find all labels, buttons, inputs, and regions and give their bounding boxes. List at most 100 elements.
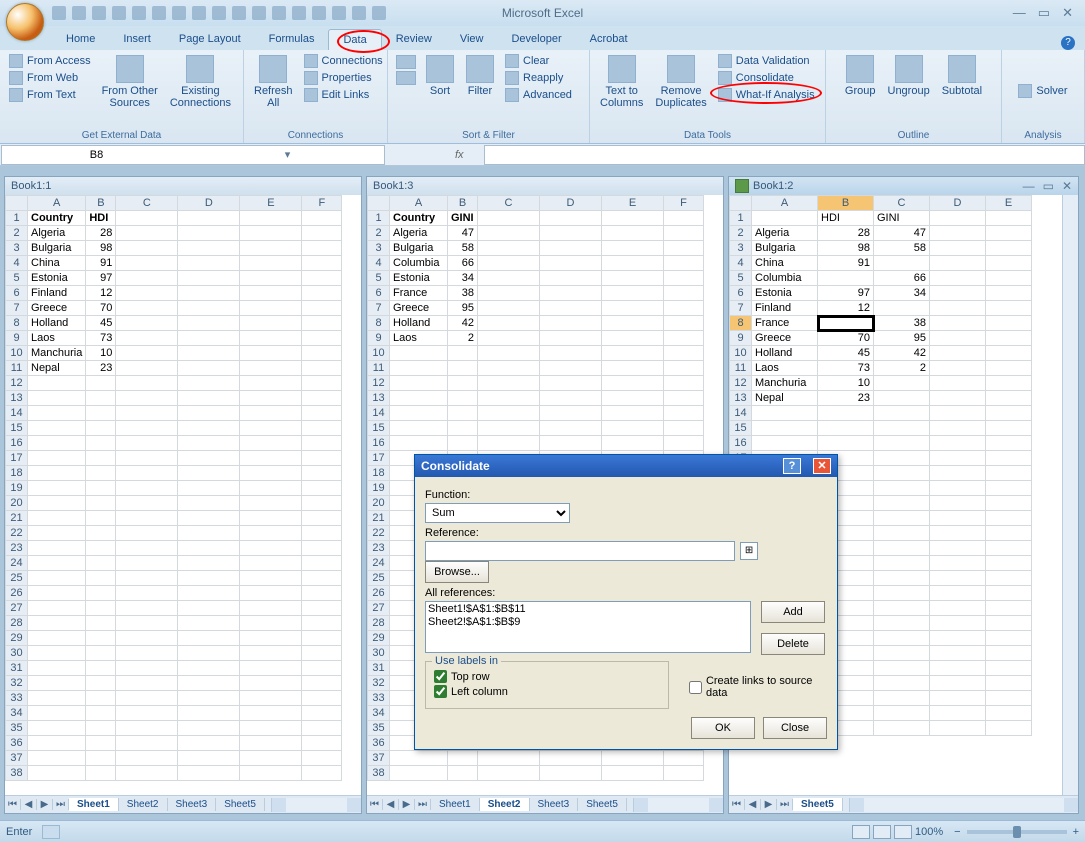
- cell[interactable]: Finland: [28, 286, 86, 301]
- cell[interactable]: 47: [874, 226, 930, 241]
- cell[interactable]: [116, 346, 178, 361]
- cell[interactable]: [986, 586, 1032, 601]
- close-button[interactable]: ✕: [1062, 5, 1073, 21]
- cell[interactable]: [448, 421, 478, 436]
- cell[interactable]: Laos: [390, 331, 448, 346]
- cell[interactable]: [86, 541, 116, 556]
- qat-icon[interactable]: [232, 6, 246, 20]
- cell[interactable]: [664, 766, 704, 781]
- cell[interactable]: [874, 481, 930, 496]
- cell[interactable]: [986, 436, 1032, 451]
- cell[interactable]: [986, 346, 1032, 361]
- cell[interactable]: [240, 751, 302, 766]
- cell[interactable]: Greece: [28, 301, 86, 316]
- cell[interactable]: [478, 331, 540, 346]
- cell[interactable]: [178, 436, 240, 451]
- cell[interactable]: [986, 226, 1032, 241]
- remove-duplicates-button[interactable]: Remove Duplicates: [651, 53, 710, 129]
- cell[interactable]: [240, 511, 302, 526]
- cell[interactable]: [664, 211, 704, 226]
- cell[interactable]: Columbia: [752, 271, 818, 286]
- zoom-in-button[interactable]: +: [1073, 826, 1079, 838]
- cell[interactable]: [178, 241, 240, 256]
- cell[interactable]: [178, 226, 240, 241]
- cell[interactable]: [28, 706, 86, 721]
- from-web-button[interactable]: From Web: [6, 70, 94, 86]
- cell[interactable]: [116, 211, 178, 226]
- cell[interactable]: Greece: [752, 331, 818, 346]
- cell[interactable]: Columbia: [390, 256, 448, 271]
- cell[interactable]: [540, 316, 602, 331]
- cell[interactable]: [986, 331, 1032, 346]
- cell[interactable]: [986, 571, 1032, 586]
- cell[interactable]: [240, 661, 302, 676]
- cell[interactable]: [986, 301, 1032, 316]
- cell[interactable]: [986, 541, 1032, 556]
- cell[interactable]: [930, 541, 986, 556]
- cell[interactable]: [930, 601, 986, 616]
- cell[interactable]: 10: [86, 346, 116, 361]
- cell[interactable]: [178, 496, 240, 511]
- cell[interactable]: [752, 406, 818, 421]
- cell[interactable]: [664, 256, 704, 271]
- cell[interactable]: [540, 346, 602, 361]
- cell[interactable]: [116, 691, 178, 706]
- cell[interactable]: [602, 766, 664, 781]
- cell[interactable]: Country: [28, 211, 86, 226]
- qat-icon[interactable]: [292, 6, 306, 20]
- cell[interactable]: [86, 451, 116, 466]
- cell[interactable]: [28, 496, 86, 511]
- cell[interactable]: [28, 766, 86, 781]
- cell[interactable]: France: [752, 316, 818, 331]
- cell[interactable]: 12: [86, 286, 116, 301]
- cell[interactable]: [178, 481, 240, 496]
- cell[interactable]: Bulgaria: [752, 241, 818, 256]
- cell[interactable]: [874, 556, 930, 571]
- cell[interactable]: [540, 751, 602, 766]
- cell[interactable]: 66: [874, 271, 930, 286]
- cell[interactable]: [986, 601, 1032, 616]
- cell[interactable]: [478, 301, 540, 316]
- cell[interactable]: [240, 541, 302, 556]
- cell[interactable]: [178, 541, 240, 556]
- cell[interactable]: [986, 316, 1032, 331]
- cell[interactable]: [302, 481, 342, 496]
- qat-icon[interactable]: [132, 6, 146, 20]
- cell[interactable]: [86, 376, 116, 391]
- reapply-button[interactable]: Reapply: [502, 70, 575, 86]
- cell[interactable]: [116, 451, 178, 466]
- cell[interactable]: [178, 706, 240, 721]
- cell[interactable]: [28, 661, 86, 676]
- cell[interactable]: GINI: [874, 211, 930, 226]
- cell[interactable]: 91: [818, 256, 874, 271]
- cell[interactable]: [540, 406, 602, 421]
- cell[interactable]: [28, 481, 86, 496]
- cell[interactable]: [664, 226, 704, 241]
- cell[interactable]: [178, 211, 240, 226]
- cell[interactable]: [116, 466, 178, 481]
- tab-developer[interactable]: Developer: [497, 29, 575, 50]
- horizontal-scrollbar[interactable]: [271, 798, 361, 812]
- cell[interactable]: [540, 226, 602, 241]
- cell[interactable]: [302, 376, 342, 391]
- cell[interactable]: Bulgaria: [28, 241, 86, 256]
- what-if-button[interactable]: What-If Analysis: [715, 87, 818, 103]
- cell[interactable]: [116, 571, 178, 586]
- cell[interactable]: [818, 421, 874, 436]
- cell[interactable]: [540, 436, 602, 451]
- cell[interactable]: [752, 436, 818, 451]
- cell[interactable]: [86, 556, 116, 571]
- cell[interactable]: HDI: [818, 211, 874, 226]
- cell[interactable]: 2: [448, 331, 478, 346]
- cell[interactable]: [302, 466, 342, 481]
- cell[interactable]: [116, 361, 178, 376]
- cell[interactable]: [478, 766, 540, 781]
- cell[interactable]: [986, 511, 1032, 526]
- cell[interactable]: Holland: [752, 346, 818, 361]
- cell[interactable]: [240, 406, 302, 421]
- cell[interactable]: [302, 511, 342, 526]
- cell[interactable]: 10: [818, 376, 874, 391]
- cell[interactable]: [602, 211, 664, 226]
- cell[interactable]: [930, 496, 986, 511]
- cell[interactable]: [664, 271, 704, 286]
